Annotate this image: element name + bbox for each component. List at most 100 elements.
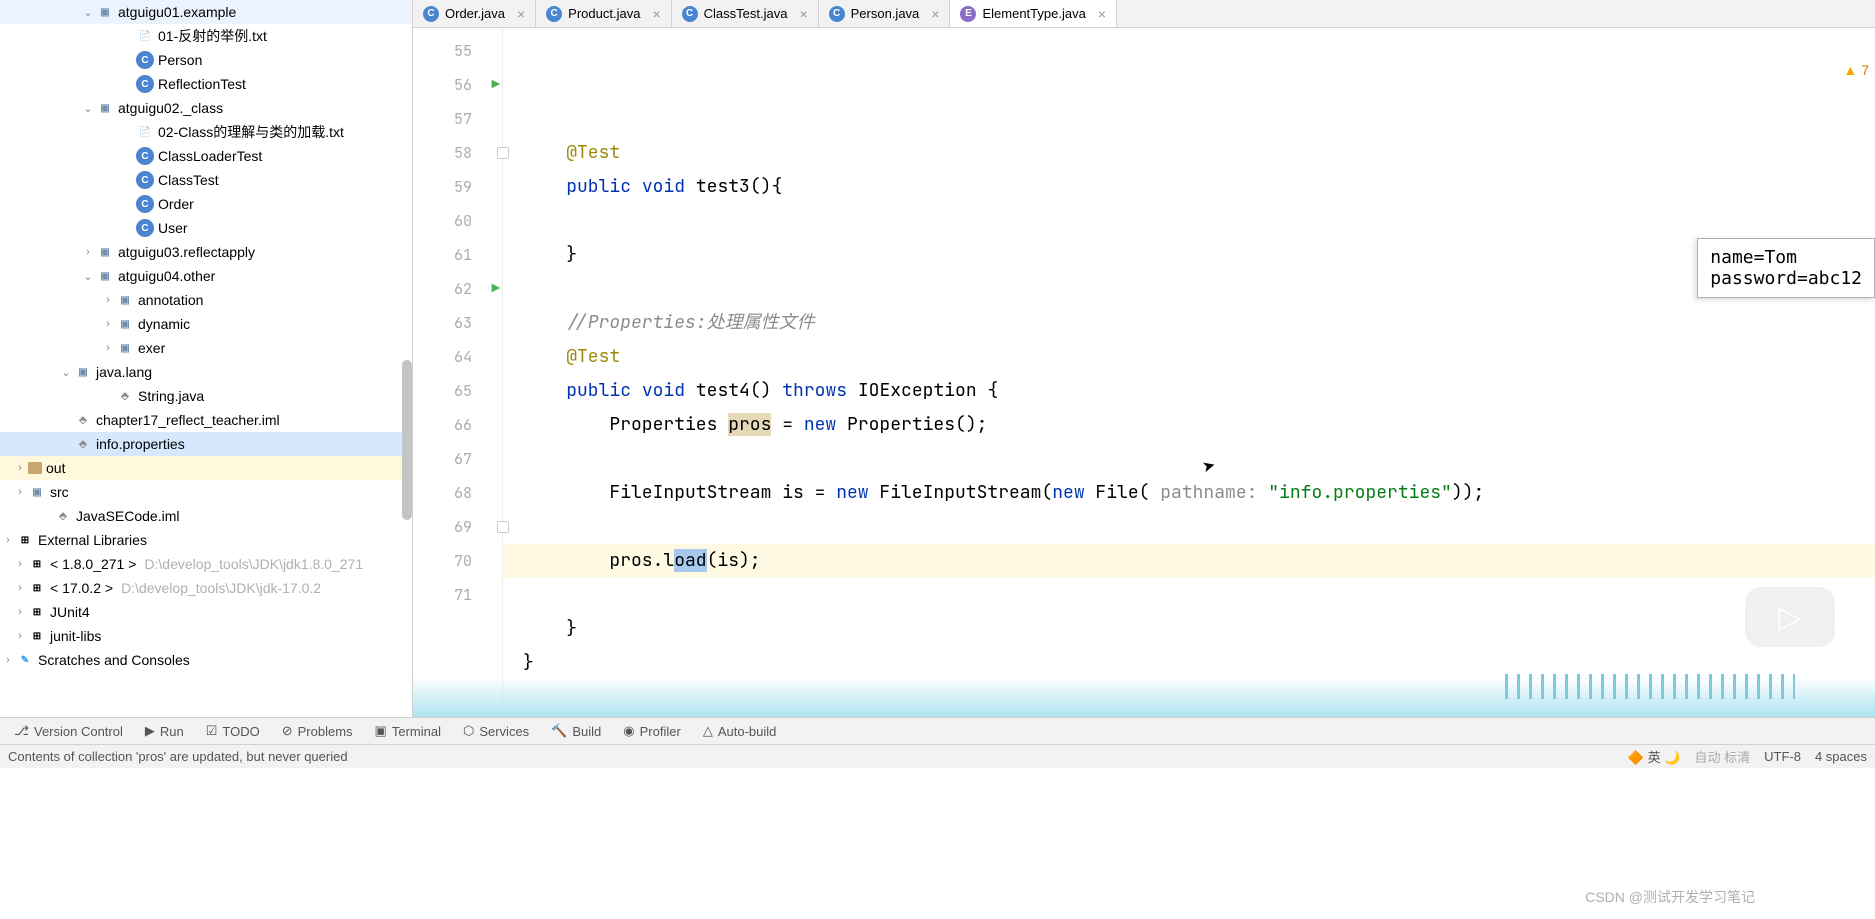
chevron-right-icon[interactable]: ›	[12, 558, 28, 570]
chevron-down-icon[interactable]: ⌄	[80, 102, 96, 115]
chevron-right-icon[interactable]: ›	[12, 462, 28, 474]
code-line[interactable]	[503, 578, 1875, 612]
close-icon[interactable]: ×	[652, 6, 660, 22]
code-line[interactable]: }	[503, 612, 1875, 646]
code-line[interactable]	[503, 680, 1875, 714]
run-gutter-icon[interactable]: ▶	[492, 280, 500, 298]
status-misc: 自动 标清	[1694, 747, 1750, 766]
chevron-right-icon[interactable]: ›	[12, 606, 28, 618]
tool-window-button[interactable]: ☑TODO	[196, 718, 270, 744]
tree-item[interactable]: ⌄▣atguigu01.example	[0, 0, 412, 24]
tree-item[interactable]: ·⬘JavaSECode.iml	[0, 504, 412, 528]
tree-item[interactable]: ⌄▣atguigu04.other	[0, 264, 412, 288]
close-icon[interactable]: ×	[517, 6, 525, 22]
project-tree[interactable]: ⌄▣atguigu01.example·📄01-反射的举例.txt·CPerso…	[0, 0, 413, 717]
tree-item[interactable]: ⌄▣atguigu02._class	[0, 96, 412, 120]
status-encoding[interactable]: UTF-8	[1764, 749, 1801, 764]
tree-item[interactable]: ›▣src	[0, 480, 412, 504]
code-line[interactable]: public void test3(){	[503, 170, 1875, 204]
tree-item[interactable]: ›⊞junit-libs	[0, 624, 412, 648]
warning-count: 7	[1861, 62, 1869, 78]
warning-badge[interactable]: ▲ 7	[1843, 62, 1869, 78]
code-line[interactable]	[503, 272, 1875, 306]
status-indent[interactable]: 4 spaces	[1815, 749, 1867, 764]
tree-item[interactable]: ⌄▣java.lang	[0, 360, 412, 384]
library-icon: ⊞	[16, 531, 34, 549]
code-line[interactable]: public void test4() throws IOException {	[503, 374, 1875, 408]
tree-item[interactable]: ·📄01-反射的举例.txt	[0, 24, 412, 48]
tree-item[interactable]: ›⊞JUnit4	[0, 600, 412, 624]
tool-window-button[interactable]: ⎇Version Control	[4, 718, 133, 744]
code-area[interactable]: ➤ @Test public void test3(){ } //Propert…	[503, 28, 1875, 717]
chevron-down-icon[interactable]: ⌄	[58, 366, 74, 379]
editor-tab[interactable]: EElementType.java×	[950, 0, 1117, 27]
run-gutter-icon[interactable]: ▶	[492, 76, 500, 94]
code-line[interactable]: //Properties:处理属性文件	[503, 306, 1875, 340]
tree-item[interactable]: ›out	[0, 456, 412, 480]
tab-label: Person.java	[851, 6, 920, 21]
tool-window-button[interactable]: △Auto-build	[693, 718, 787, 744]
close-icon[interactable]: ×	[1098, 6, 1106, 22]
tree-item[interactable]: ·CClassLoaderTest	[0, 144, 412, 168]
tool-icon: ⬡	[463, 723, 474, 739]
editor-tab[interactable]: CPerson.java×	[819, 0, 951, 27]
tool-window-button[interactable]: ◉Profiler	[613, 718, 691, 744]
tree-item-label: String.java	[138, 388, 204, 404]
tool-window-button[interactable]: ⬡Services	[453, 718, 539, 744]
tree-item[interactable]: ·⬘String.java	[0, 384, 412, 408]
tree-item[interactable]: ·CReflectionTest	[0, 72, 412, 96]
chevron-down-icon[interactable]: ⌄	[80, 6, 96, 19]
tree-item[interactable]: ›⊞< 1.8.0_271 >D:\develop_tools\JDK\jdk1…	[0, 552, 412, 576]
tree-item[interactable]: ›▣annotation	[0, 288, 412, 312]
tree-item[interactable]: ·CUser	[0, 216, 412, 240]
chevron-right-icon[interactable]: ›	[0, 534, 16, 546]
tree-scrollbar[interactable]	[402, 360, 412, 520]
close-icon[interactable]: ×	[799, 6, 807, 22]
editor-tab[interactable]: COrder.java×	[413, 0, 536, 27]
chevron-right-icon[interactable]: ›	[0, 654, 16, 666]
tree-item[interactable]: ·📄02-Class的理解与类的加载.txt	[0, 120, 412, 144]
editor-tab[interactable]: CClassTest.java×	[672, 0, 819, 27]
tree-item[interactable]: ·⬘chapter17_reflect_teacher.iml	[0, 408, 412, 432]
code-line[interactable]: }	[503, 238, 1875, 272]
code-line[interactable]: }	[503, 646, 1875, 680]
tool-window-button[interactable]: 🔨Build	[541, 718, 611, 744]
video-play-overlay[interactable]: ▷	[1745, 587, 1835, 647]
chevron-right-icon[interactable]: ›	[100, 318, 116, 330]
tree-item[interactable]: ›▣dynamic	[0, 312, 412, 336]
tool-label: Problems	[298, 724, 353, 739]
close-icon[interactable]: ×	[931, 6, 939, 22]
editor-tab[interactable]: CProduct.java×	[536, 0, 671, 27]
status-ime[interactable]: 🔶 英 🌙	[1628, 747, 1681, 766]
tree-item[interactable]: ›⊞External Libraries	[0, 528, 412, 552]
chevron-down-icon[interactable]: ⌄	[80, 270, 96, 283]
tree-item[interactable]: ·⬘info.properties	[0, 432, 412, 456]
code-line[interactable]	[503, 204, 1875, 238]
code-line[interactable]: @Test	[503, 340, 1875, 374]
tree-item[interactable]: ·COrder	[0, 192, 412, 216]
tree-item[interactable]: ›✎Scratches and Consoles	[0, 648, 412, 672]
tree-item[interactable]: ·CPerson	[0, 48, 412, 72]
chevron-right-icon[interactable]: ›	[12, 486, 28, 498]
code-line[interactable]	[503, 510, 1875, 544]
tool-window-button[interactable]: ⊘Problems	[272, 718, 363, 744]
tree-item[interactable]: ›▣exer	[0, 336, 412, 360]
chevron-right-icon[interactable]: ›	[100, 342, 116, 354]
code-line[interactable]: pros.load(is);	[503, 544, 1875, 578]
chevron-right-icon[interactable]: ›	[80, 246, 96, 258]
chevron-right-icon[interactable]: ›	[12, 630, 28, 642]
tree-item[interactable]: ›▣atguigu03.reflectapply	[0, 240, 412, 264]
code-line[interactable]: FileInputStream is = new FileInputStream…	[503, 476, 1875, 510]
tab-label: ElementType.java	[982, 6, 1085, 21]
code-line[interactable]: Properties pros = new Properties();	[503, 408, 1875, 442]
code-editor[interactable]: 5556▶575859606162▶636465666768697071 ➤ @…	[413, 28, 1875, 717]
chevron-right-icon[interactable]: ›	[12, 582, 28, 594]
tab-label: Product.java	[568, 6, 640, 21]
tool-window-button[interactable]: ▣Terminal	[365, 718, 451, 744]
tool-window-button[interactable]: ▶Run	[135, 718, 194, 744]
code-line[interactable]	[503, 442, 1875, 476]
tree-item[interactable]: ·CClassTest	[0, 168, 412, 192]
tree-item[interactable]: ›⊞< 17.0.2 >D:\develop_tools\JDK\jdk-17.…	[0, 576, 412, 600]
chevron-right-icon[interactable]: ›	[100, 294, 116, 306]
code-line[interactable]: @Test	[503, 136, 1875, 170]
